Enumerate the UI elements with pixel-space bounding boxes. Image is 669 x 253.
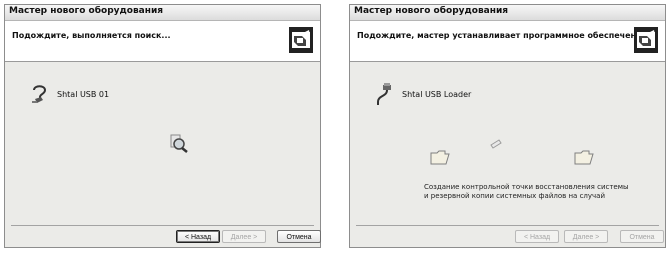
searching-magnifier-icon bbox=[170, 134, 188, 153]
back-button[interactable]: < Назад bbox=[515, 230, 559, 243]
flying-document-icon bbox=[490, 139, 502, 149]
folder-icon bbox=[574, 150, 594, 165]
button-separator bbox=[356, 225, 659, 226]
header-text: Подождите, выполняется поиск... bbox=[12, 31, 171, 40]
cancel-button[interactable]: Отмена bbox=[620, 230, 664, 243]
wizard-header: Подождите, выполняется поиск... bbox=[5, 21, 320, 62]
window-title: Мастер нового оборудования bbox=[354, 6, 509, 16]
cancel-button[interactable]: Отмена bbox=[277, 230, 321, 243]
title-bar[interactable]: Мастер нового оборудования bbox=[350, 5, 665, 21]
title-bar[interactable]: Мастер нового оборудования bbox=[5, 5, 320, 21]
hardware-wizard-window-search: Мастер нового оборудования Подождите, вы… bbox=[4, 4, 321, 248]
window-title: Мастер нового оборудования bbox=[9, 6, 164, 16]
header-text: Подождите, мастер устанавливает программ… bbox=[357, 31, 657, 40]
wizard-hardware-icon bbox=[634, 27, 658, 53]
unknown-device-icon bbox=[32, 85, 47, 103]
back-button[interactable]: < Назад bbox=[176, 230, 220, 243]
device-name: Shtal USB Loader bbox=[402, 90, 472, 99]
status-line-2: и резервной копии системных файлов на сл… bbox=[424, 192, 606, 200]
usb-cable-icon bbox=[377, 83, 391, 105]
folder-icon bbox=[430, 150, 450, 165]
device-name: Shtal USB 01 bbox=[57, 90, 110, 99]
button-separator bbox=[11, 225, 314, 226]
status-message: Создание контрольной точки восстановлени… bbox=[424, 183, 629, 201]
hardware-wizard-window-install: Мастер нового оборудования Подождите, ма… bbox=[349, 4, 666, 248]
next-button[interactable]: Далее > bbox=[564, 230, 608, 243]
status-line-1: Создание контрольной точки восстановлени… bbox=[424, 183, 629, 191]
next-button[interactable]: Далее > bbox=[222, 230, 266, 243]
wizard-header: Подождите, мастер устанавливает программ… bbox=[350, 21, 665, 62]
wizard-hardware-icon bbox=[289, 27, 313, 53]
